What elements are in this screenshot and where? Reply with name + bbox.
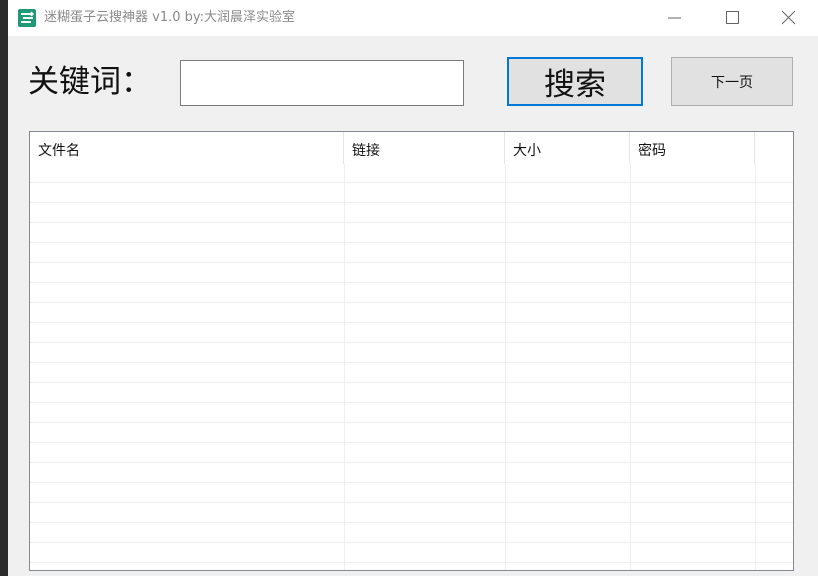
grid-line-row	[30, 342, 793, 343]
column-header-password[interactable]: 密码	[630, 132, 755, 164]
window-title: 迷糊蛋子云搜神器 v1.0 by:大润晨泽实验室	[44, 10, 296, 25]
grid-line-row	[30, 242, 793, 243]
grid-line-row	[30, 202, 793, 203]
close-button[interactable]	[766, 0, 812, 36]
search-button[interactable]: 搜索	[507, 57, 643, 106]
grid-line-row	[30, 282, 793, 283]
grid-line-row	[30, 442, 793, 443]
grid-line-row	[30, 302, 793, 303]
grid-line-column	[630, 164, 631, 570]
minimize-icon	[668, 17, 681, 19]
app-icon	[18, 9, 36, 27]
keyword-label: 关键词：	[28, 64, 152, 100]
maximize-button[interactable]	[710, 0, 756, 36]
grid-line-row	[30, 422, 793, 423]
results-list[interactable]: 文件名 链接 大小 密码	[29, 131, 794, 571]
grid-line-row	[30, 322, 793, 323]
title-bar[interactable]: 迷糊蛋子云搜神器 v1.0 by:大润晨泽实验室	[8, 0, 818, 36]
main-window: 迷糊蛋子云搜神器 v1.0 by:大润晨泽实验室 关键词： 搜索 下一页 文件名…	[8, 0, 818, 576]
minimize-button[interactable]	[652, 0, 698, 36]
results-body	[30, 164, 793, 570]
column-header-link[interactable]: 链接	[344, 132, 505, 164]
grid-line-row	[30, 462, 793, 463]
grid-line-row	[30, 262, 793, 263]
maximize-icon	[726, 11, 739, 24]
column-header-size[interactable]: 大小	[505, 132, 630, 164]
grid-line-column	[755, 164, 756, 570]
grid-line-column	[505, 164, 506, 570]
grid-line-row	[30, 182, 793, 183]
grid-line-row	[30, 522, 793, 523]
grid-line-column	[344, 164, 345, 570]
grid-line-row	[30, 382, 793, 383]
next-page-button[interactable]: 下一页	[671, 57, 793, 106]
grid-line-row	[30, 222, 793, 223]
grid-line-row	[30, 402, 793, 403]
grid-line-row	[30, 542, 793, 543]
grid-line-row	[30, 482, 793, 483]
grid-line-row	[30, 502, 793, 503]
results-header: 文件名 链接 大小 密码	[30, 132, 793, 164]
grid-line-row	[30, 362, 793, 363]
grid-line-row	[30, 562, 793, 563]
column-header-filename[interactable]: 文件名	[30, 132, 344, 164]
keyword-input[interactable]	[180, 60, 464, 106]
close-icon	[781, 10, 796, 25]
